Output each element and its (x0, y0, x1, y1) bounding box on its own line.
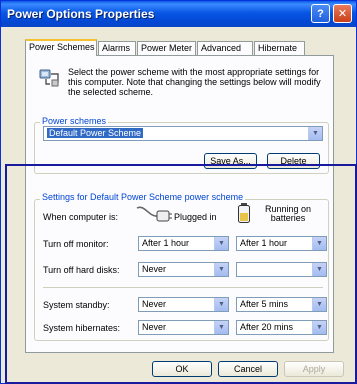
monitor-plugged-select[interactable]: After 1 hour ▼ (138, 236, 229, 251)
standby-plugged-select[interactable]: Never ▼ (138, 297, 229, 312)
title-bar: Power Options Properties ? ✕ (1, 1, 356, 27)
plugged-in-icon (135, 202, 173, 230)
monitor-battery-value: After 1 hour (240, 238, 288, 248)
tab-power-meter[interactable]: Power Meter (137, 41, 196, 55)
cancel-button[interactable]: Cancel (218, 361, 278, 377)
window-title: Power Options Properties (7, 7, 155, 21)
close-button[interactable]: ✕ (333, 4, 352, 23)
turn-off-monitor-label: Turn off monitor: (43, 239, 109, 249)
settings-divider (43, 287, 323, 288)
hibernate-plugged-value: Never (142, 322, 167, 332)
chevron-down-icon: ▼ (312, 298, 326, 311)
plugged-in-label: Plugged in (174, 212, 217, 222)
close-icon: ✕ (337, 8, 348, 20)
system-standby-label: System standby: (43, 300, 110, 310)
battery-icon (237, 202, 251, 226)
tab-alarms[interactable]: Alarms (98, 41, 136, 55)
scheme-description: Select the power scheme with the most ap… (68, 67, 321, 97)
save-as-button[interactable]: Save As... (204, 153, 257, 169)
hard-disks-plugged-value: Never (142, 264, 167, 274)
tab-hibernate[interactable]: Hibernate (254, 41, 305, 55)
chevron-down-icon: ▼ (308, 127, 322, 140)
hard-disks-battery-select[interactable]: ▼ (236, 262, 327, 277)
chevron-down-icon: ▼ (312, 321, 326, 334)
power-scheme-icon (38, 66, 62, 90)
when-computer-is-label: When computer is: (43, 212, 119, 222)
ok-button[interactable]: OK (152, 361, 212, 377)
standby-battery-select[interactable]: After 5 mins ▼ (236, 297, 327, 312)
power-schemes-panel: Select the power scheme with the most ap… (25, 55, 334, 353)
hibernate-battery-select[interactable]: After 20 mins ▼ (236, 320, 327, 335)
chevron-down-icon: ▼ (214, 321, 228, 334)
power-scheme-select[interactable]: Default Power Scheme ▼ (43, 126, 323, 141)
chevron-down-icon: ▼ (214, 263, 228, 276)
chevron-down-icon: ▼ (312, 263, 326, 276)
turn-off-hard-disks-label: Turn off hard disks: (43, 265, 120, 275)
apply-button[interactable]: Apply (284, 361, 344, 377)
help-button[interactable]: ? (311, 4, 330, 23)
system-hibernates-label: System hibernates: (43, 323, 121, 333)
monitor-plugged-value: After 1 hour (142, 238, 190, 248)
hibernate-plugged-select[interactable]: Never ▼ (138, 320, 229, 335)
power-scheme-value: Default Power Scheme (47, 128, 144, 138)
running-on-batteries-label: Running on batteries (264, 204, 312, 223)
standby-plugged-value: Never (142, 299, 167, 309)
hard-disks-plugged-select[interactable]: Never ▼ (138, 262, 229, 277)
chevron-down-icon: ▼ (214, 298, 228, 311)
monitor-battery-select[interactable]: After 1 hour ▼ (236, 236, 327, 251)
hibernate-battery-value: After 20 mins (240, 322, 294, 332)
delete-button[interactable]: Delete (267, 153, 320, 169)
tab-power-schemes[interactable]: Power Schemes (25, 39, 97, 56)
chevron-down-icon: ▼ (312, 237, 326, 250)
tab-advanced[interactable]: Advanced (197, 41, 253, 55)
power-options-window: Power Options Properties ? ✕ Power Schem… (0, 0, 357, 384)
chevron-down-icon: ▼ (214, 237, 228, 250)
help-icon: ? (317, 7, 324, 20)
settings-group-label: Settings for Default Power Scheme power … (40, 192, 246, 202)
standby-battery-value: After 5 mins (240, 299, 289, 309)
power-schemes-label: Power schemes (40, 116, 109, 126)
